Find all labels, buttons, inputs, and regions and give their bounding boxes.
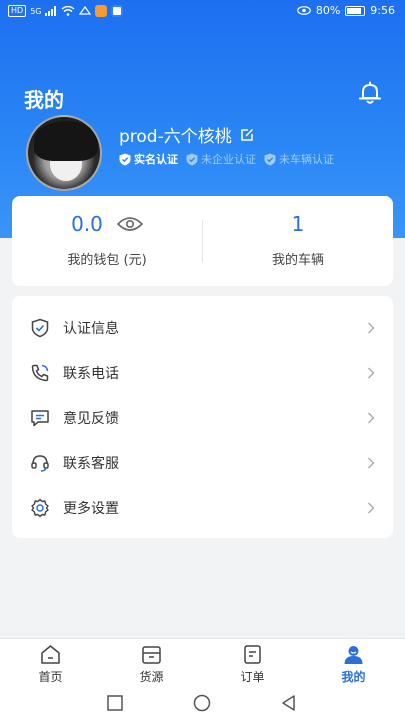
chevron-right-icon bbox=[368, 412, 375, 423]
chevron-right-icon bbox=[368, 367, 375, 378]
order-icon bbox=[244, 645, 261, 664]
app-notification-icon bbox=[95, 5, 108, 17]
headset-icon bbox=[31, 454, 49, 472]
wallet-value-row: 0.0 bbox=[12, 212, 202, 236]
menu-item-settings[interactable]: 更多设置 bbox=[12, 485, 393, 530]
chevron-right-icon bbox=[368, 502, 375, 513]
vehicles-stat[interactable]: 1 我的车辆 bbox=[203, 196, 393, 286]
menu-item-certification[interactable]: 认证信息 bbox=[12, 305, 393, 350]
back-icon[interactable] bbox=[280, 694, 298, 712]
menu-item-feedback[interactable]: 意见反馈 bbox=[12, 395, 393, 440]
tab-label: 首页 bbox=[38, 670, 63, 684]
eye-icon[interactable] bbox=[116, 216, 143, 232]
menu-label: 联系电话 bbox=[63, 365, 119, 382]
shield-check-icon bbox=[186, 153, 198, 165]
tab-home[interactable]: 首页 bbox=[0, 639, 101, 687]
badge-label: 未车辆认证 bbox=[279, 153, 334, 166]
network-chip: HD bbox=[8, 5, 27, 17]
edit-icon[interactable] bbox=[240, 128, 254, 142]
stats-card: 0.0 我的钱包 (元) 1 我的车辆 bbox=[12, 196, 393, 286]
tab-label: 我的 bbox=[341, 670, 366, 684]
gear-icon bbox=[31, 498, 49, 517]
avatar-hair bbox=[34, 121, 98, 161]
status-left: HD 5G bbox=[8, 5, 124, 17]
tab-cargo[interactable]: 货源 bbox=[101, 639, 202, 687]
eye-comfort-icon bbox=[296, 6, 311, 15]
status-bar: HD 5G 80% 9:56 bbox=[0, 0, 405, 24]
verification-badges: 实名认证 未企业认证 未车辆认证 bbox=[119, 151, 334, 167]
battery-icon bbox=[345, 5, 366, 16]
badge-label: 实名认证 bbox=[134, 153, 178, 166]
chevron-right-icon bbox=[368, 322, 375, 333]
clock: 9:56 bbox=[370, 4, 395, 17]
page-title: 我的 bbox=[24, 88, 64, 112]
home-button-icon[interactable] bbox=[193, 694, 211, 712]
shield-check-icon bbox=[119, 153, 131, 165]
wifi-icon bbox=[62, 6, 75, 16]
vpn-icon bbox=[79, 6, 92, 15]
wallet-label: 我的钱包 (元) bbox=[67, 253, 147, 268]
app-notification-icon-2 bbox=[111, 5, 124, 17]
status-right: 80% 9:56 bbox=[296, 4, 395, 17]
recent-apps-icon[interactable] bbox=[106, 694, 124, 712]
menu-card: 认证信息 联系电话 意见反馈 联系客服 更多设置 bbox=[12, 296, 393, 538]
chevron-right-icon bbox=[368, 457, 375, 468]
signal-text: 5G bbox=[30, 6, 42, 16]
bell-icon[interactable] bbox=[357, 80, 383, 106]
bottom-tab-bar: 首页 货源 订单 我的 bbox=[0, 638, 405, 686]
badge-label: 未企业认证 bbox=[201, 153, 256, 166]
tab-label: 货源 bbox=[139, 670, 164, 684]
vehicles-value-row: 1 bbox=[203, 212, 393, 236]
badge-vehicle[interactable]: 未车辆认证 bbox=[264, 151, 334, 167]
tab-mine[interactable]: 我的 bbox=[303, 639, 404, 687]
username: prod-六个核桃 bbox=[119, 127, 232, 147]
box-icon bbox=[142, 646, 161, 664]
vehicles-value: 1 bbox=[291, 212, 305, 236]
menu-label: 意见反馈 bbox=[63, 410, 119, 427]
badge-real-name[interactable]: 实名认证 bbox=[119, 151, 178, 167]
wallet-stat[interactable]: 0.0 我的钱包 (元) bbox=[12, 196, 202, 286]
phone-icon bbox=[31, 364, 49, 381]
menu-label: 联系客服 bbox=[63, 455, 119, 472]
feedback-icon bbox=[31, 409, 49, 426]
tab-orders[interactable]: 订单 bbox=[202, 639, 303, 687]
profile-icon bbox=[344, 646, 363, 664]
menu-label: 认证信息 bbox=[63, 320, 119, 337]
shield-check-icon bbox=[31, 318, 49, 337]
menu-item-phone[interactable]: 联系电话 bbox=[12, 350, 393, 395]
tab-label: 订单 bbox=[240, 670, 265, 684]
system-nav-bar bbox=[0, 686, 405, 720]
shield-check-icon bbox=[264, 153, 276, 165]
badge-enterprise[interactable]: 未企业认证 bbox=[186, 151, 256, 167]
wallet-value: 0.0 bbox=[71, 212, 103, 236]
username-row: prod-六个核桃 bbox=[119, 122, 254, 147]
battery-percent: 80% bbox=[315, 4, 341, 17]
avatar[interactable] bbox=[26, 115, 102, 191]
vehicles-label: 我的车辆 bbox=[271, 253, 324, 268]
menu-label: 更多设置 bbox=[63, 500, 119, 517]
signal-icon bbox=[45, 6, 57, 16]
menu-item-customer-service[interactable]: 联系客服 bbox=[12, 440, 393, 485]
home-icon bbox=[41, 645, 60, 664]
